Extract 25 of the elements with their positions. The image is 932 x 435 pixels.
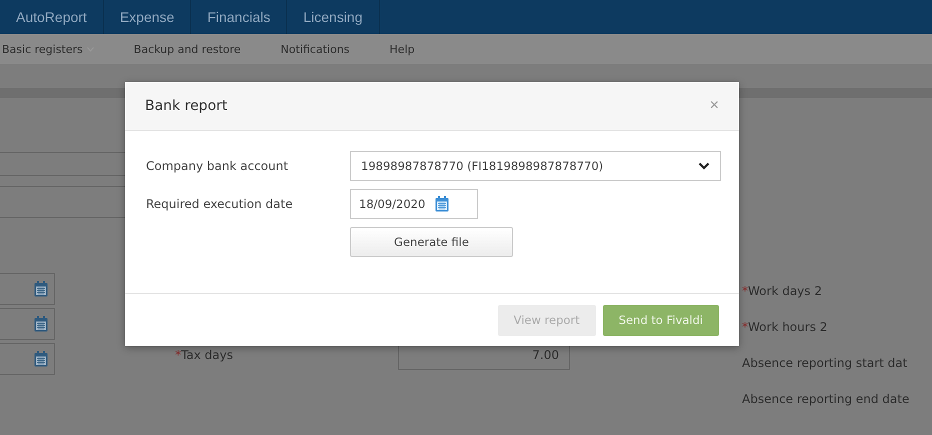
- calendar-icon[interactable]: [435, 196, 450, 212]
- tax-days-label: *Tax days: [174, 348, 233, 362]
- field-label: *Work days 2: [742, 283, 823, 300]
- menu-item[interactable]: Help: [378, 42, 423, 56]
- field-label: Absence reporting start dat: [742, 355, 908, 372]
- date-field[interactable]: [0, 343, 55, 375]
- send-button[interactable]: Send to Fivaldi: [602, 304, 719, 336]
- date-field[interactable]: [0, 273, 55, 305]
- dialog-title: Bank report: [145, 98, 228, 114]
- field-label: Company bank account: [146, 159, 290, 173]
- calendar-icon[interactable]: [34, 316, 48, 332]
- calendar-icon[interactable]: [34, 351, 48, 367]
- chevron-icon: [698, 162, 710, 170]
- calendar-icon[interactable]: [34, 281, 48, 297]
- generate-file-button[interactable]: Generate file: [350, 227, 513, 257]
- field-label: Absence reporting end date: [742, 391, 910, 408]
- close-button[interactable]: ×: [710, 97, 719, 115]
- menu-item[interactable]: Notifications: [268, 42, 358, 56]
- date-field[interactable]: [0, 308, 55, 340]
- menu-item[interactable]: Basic registers: [0, 42, 102, 56]
- date-field[interactable]: 18/09/2020: [350, 189, 478, 219]
- field-label: Required execution date: [146, 197, 294, 211]
- account-select[interactable]: 19898987878770 (FI1819898987878770): [350, 151, 721, 181]
- field-label: *Work hours 2: [742, 319, 828, 336]
- menu-item[interactable]: Backup and restore: [122, 42, 249, 56]
